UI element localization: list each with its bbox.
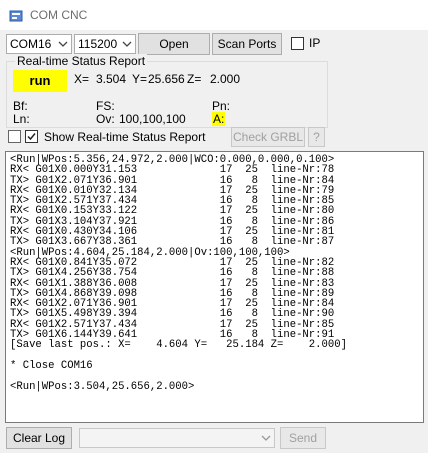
baud-rate-value: 115200 — [78, 37, 118, 51]
show-status-report-checkbox[interactable] — [25, 130, 38, 143]
ov-value: 100,100,100 — [119, 112, 186, 126]
bf-label: Bf: — [13, 99, 28, 113]
ln-label: Ln: — [13, 112, 30, 126]
open-button[interactable]: Open — [138, 33, 210, 55]
y-value: 25.656 — [148, 72, 185, 86]
clear-log-button[interactable]: Clear Log — [6, 427, 72, 449]
check-icon — [27, 133, 36, 141]
pn-label: Pn: — [212, 99, 231, 113]
baud-rate-select[interactable]: 115200 — [74, 34, 136, 54]
console-log[interactable]: <Run|WPos:5.356,24.972,2.000|WCO:0.000,0… — [5, 151, 424, 423]
fs-label: FS: — [96, 99, 115, 113]
chevron-down-icon — [122, 41, 132, 47]
expand-checkbox[interactable] — [8, 130, 21, 143]
z-value: 2.000 — [210, 72, 241, 86]
title-bar: COM CNC — [0, 0, 428, 30]
status-group-title: Real-time Status Report — [15, 54, 148, 68]
help-button[interactable]: ? — [308, 127, 325, 147]
chevron-down-icon — [261, 435, 271, 441]
app-icon — [9, 10, 23, 22]
show-status-report-label: Show Real-time Status Report — [44, 130, 206, 144]
console-line: * Close COM16 — [10, 359, 93, 372]
z-label: Z= — [187, 72, 202, 86]
x-label: X= — [74, 72, 90, 86]
x-value: 3.504 — [96, 72, 127, 86]
scan-ports-button[interactable]: Scan Ports — [212, 33, 282, 55]
a-label: A: — [212, 112, 226, 126]
machine-state-badge: run — [13, 70, 67, 92]
command-input[interactable] — [79, 428, 275, 448]
send-button[interactable]: Send — [280, 427, 326, 449]
ov-label: Ov: — [96, 112, 115, 126]
console-line: <Run|WPos:3.504,25.656,2.000> — [10, 380, 195, 393]
chevron-down-icon — [58, 41, 68, 47]
check-grbl-button[interactable]: Check GRBL — [231, 127, 305, 147]
console-line: [Save last pos.: X= 4.604 Y= 25.184 Z= 2… — [10, 339, 347, 352]
com-port-select[interactable]: COM16 — [6, 34, 72, 54]
y-label: Y= — [132, 72, 148, 86]
ip-checkbox[interactable] — [291, 37, 304, 50]
window-title: COM CNC — [30, 8, 88, 22]
ip-label: IP — [309, 36, 321, 50]
bottom-bar: Clear Log Send — [0, 424, 428, 453]
com-port-value: COM16 — [10, 37, 52, 51]
